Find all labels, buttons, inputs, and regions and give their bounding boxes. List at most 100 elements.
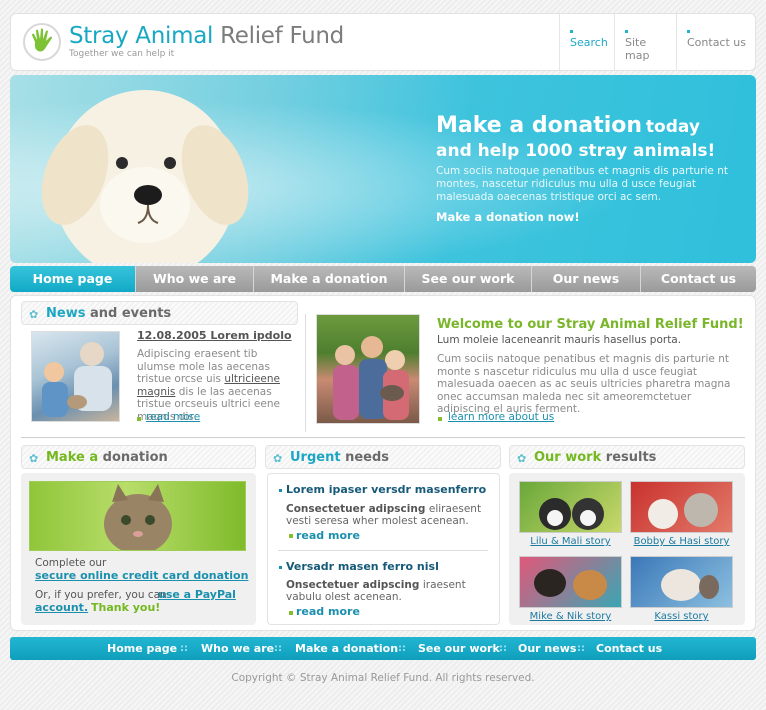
header: Stray Animal Relief Fund Together we can… xyxy=(10,13,756,71)
welcome-photo xyxy=(316,314,420,424)
welcome-lead: Lum moleie laceneanrit mauris hasellus p… xyxy=(437,334,682,346)
cats-art xyxy=(648,493,718,529)
horizontal-divider xyxy=(21,437,745,438)
news-read-more[interactable]: read more xyxy=(146,411,200,423)
story-photo-mike-nik[interactable] xyxy=(519,556,622,608)
story-link-bobby-hasi[interactable]: Bobby & Hasi story xyxy=(630,536,733,547)
urgent-heading: ✿ Urgent needs xyxy=(265,445,501,469)
story-photo-kassi[interactable] xyxy=(630,556,733,608)
site-title: Stray Animal Relief Fund xyxy=(69,23,344,49)
news-photo-art xyxy=(42,342,112,417)
toplink-search-label: Search xyxy=(570,36,608,49)
urgent-item-sub: Consectetuer adipscing xyxy=(286,503,426,515)
bullet-icon xyxy=(438,417,442,421)
banner-title: Make a donation today and help 1000 stra… xyxy=(436,115,746,164)
footer-nav-see-our-work[interactable]: See our work xyxy=(418,637,500,660)
learn-more-link[interactable]: learn more about us xyxy=(448,411,554,423)
story-link-mike-nik[interactable]: Mike & Nik story xyxy=(519,611,622,622)
banner-text: Cum sociis natoque penatibus et magnis d… xyxy=(436,165,728,203)
footer-separator: :: xyxy=(274,643,282,654)
urgent-item-title[interactable]: Versadr masen ferro nisl xyxy=(286,560,439,573)
urgent-read-more[interactable]: read more xyxy=(296,529,360,542)
bullet-icon xyxy=(279,566,282,569)
footer-separator: :: xyxy=(577,643,585,654)
welcome-title: Welcome to our Stray Animal Relief Fund! xyxy=(437,317,744,332)
story-link-lilu-mali[interactable]: Lilu & Mali story xyxy=(519,536,622,547)
nav-see-our-work[interactable]: See our work xyxy=(404,266,531,292)
kitten-photo-art xyxy=(104,484,172,550)
story-photo-lilu-mali[interactable] xyxy=(519,481,622,533)
donation-text1: Complete our xyxy=(35,557,107,569)
story-photo-bobby-hasi[interactable] xyxy=(630,481,733,533)
footer-nav-make-donation[interactable]: Make a donation xyxy=(295,637,398,660)
paypal-account-link[interactable]: account. xyxy=(35,601,88,614)
bullet-icon xyxy=(570,30,573,33)
footer-nav-who-we-are[interactable]: Who we are xyxy=(201,637,274,660)
toplink-contact-label: Contact us xyxy=(687,36,746,49)
nav-contact[interactable]: Contact us xyxy=(640,266,756,292)
flower-icon: ✿ xyxy=(29,452,39,465)
story-link-kassi[interactable]: Kassi story xyxy=(630,611,733,622)
urgent-item-title[interactable]: Lorem ipaser versdr masenferro xyxy=(286,483,486,496)
news-photo xyxy=(31,331,120,422)
news-date-title[interactable]: 12.08.2005 Lorem ipdolo xyxy=(137,329,292,342)
donation-heading-rest: donation xyxy=(102,450,168,465)
footer-nav-our-news[interactable]: Our news xyxy=(518,637,576,660)
tagline: Together we can help it xyxy=(69,49,175,59)
footer-separator: :: xyxy=(180,643,188,654)
footer-nav: Home page :: Who we are :: Make a donati… xyxy=(10,637,756,660)
vertical-divider xyxy=(305,314,306,432)
news-heading: ✿ News and events xyxy=(21,301,298,325)
urgent-item-body: Onsectetuer adipscing iraesent xyxy=(286,578,466,592)
hand-icon xyxy=(32,28,52,52)
donate-now-link[interactable]: Make a donation now! xyxy=(436,210,580,224)
banner-title-line2: and help 1000 stray animals! xyxy=(436,141,716,161)
donation-heading-hl: Make a xyxy=(46,450,99,465)
site-title-part1: Stray Animal xyxy=(69,23,214,49)
donation-thanks: Thank you! xyxy=(91,601,161,614)
puppy-photo xyxy=(41,90,249,263)
urgent-item-text1: iraesent xyxy=(422,579,466,591)
urgent-item-text2: vabulu olest acenean. xyxy=(286,591,402,603)
urgent-divider xyxy=(278,550,488,551)
urgent-read-more[interactable]: read more xyxy=(296,605,360,618)
flower-icon: ✿ xyxy=(29,308,39,321)
footer-nav-home[interactable]: Home page xyxy=(107,637,177,660)
donation-text2: Or, if you prefer, you can xyxy=(35,589,167,601)
bullet-icon xyxy=(137,417,141,421)
urgent-item-body: Consectetuer adipscing eliraesent xyxy=(286,502,481,516)
flower-icon: ✿ xyxy=(273,452,283,465)
footer-nav-contact[interactable]: Contact us xyxy=(596,637,662,660)
urgent-item-text1: eliraesent xyxy=(428,503,482,515)
nav-who-we-are[interactable]: Who we are xyxy=(135,266,253,292)
toplink-contact[interactable]: Contact us xyxy=(676,14,756,70)
toplink-search[interactable]: Search xyxy=(559,14,614,70)
kitten-photo xyxy=(29,481,246,551)
cat-art xyxy=(661,569,719,601)
cats-art xyxy=(539,498,604,530)
footer-separator: :: xyxy=(499,643,507,654)
toplink-sitemap[interactable]: Site map xyxy=(614,14,676,70)
bullet-icon xyxy=(625,30,628,33)
copyright: Copyright © Stray Animal Relief Fund. Al… xyxy=(231,672,535,684)
toplink-sitemap-label: Site map xyxy=(625,36,650,62)
site-title-part2: Relief Fund xyxy=(220,23,344,49)
credit-card-donation-link[interactable]: secure online credit card donation xyxy=(35,569,248,582)
results-heading-hl: Our work xyxy=(534,450,602,465)
results-heading-rest: results xyxy=(605,450,657,465)
urgent-heading-rest: needs xyxy=(345,450,390,465)
logo[interactable] xyxy=(23,23,61,61)
nav-our-news[interactable]: Our news xyxy=(531,266,640,292)
bullet-icon xyxy=(687,30,690,33)
news-heading-hl: News xyxy=(46,306,86,321)
nav-home[interactable]: Home page xyxy=(10,266,135,292)
urgent-item-text2: vesti seresa wher molest acenean. xyxy=(286,515,469,527)
banner-title-main: Make a donation xyxy=(436,113,643,138)
footer-separator: :: xyxy=(398,643,406,654)
welcome-photo-art xyxy=(333,336,409,420)
paypal-link[interactable]: use a PayPal xyxy=(158,588,236,601)
nav-make-donation[interactable]: Make a donation xyxy=(253,266,404,292)
banner-title-today: today xyxy=(645,117,700,137)
flower-icon: ✿ xyxy=(517,452,527,465)
bullet-icon xyxy=(279,489,282,492)
